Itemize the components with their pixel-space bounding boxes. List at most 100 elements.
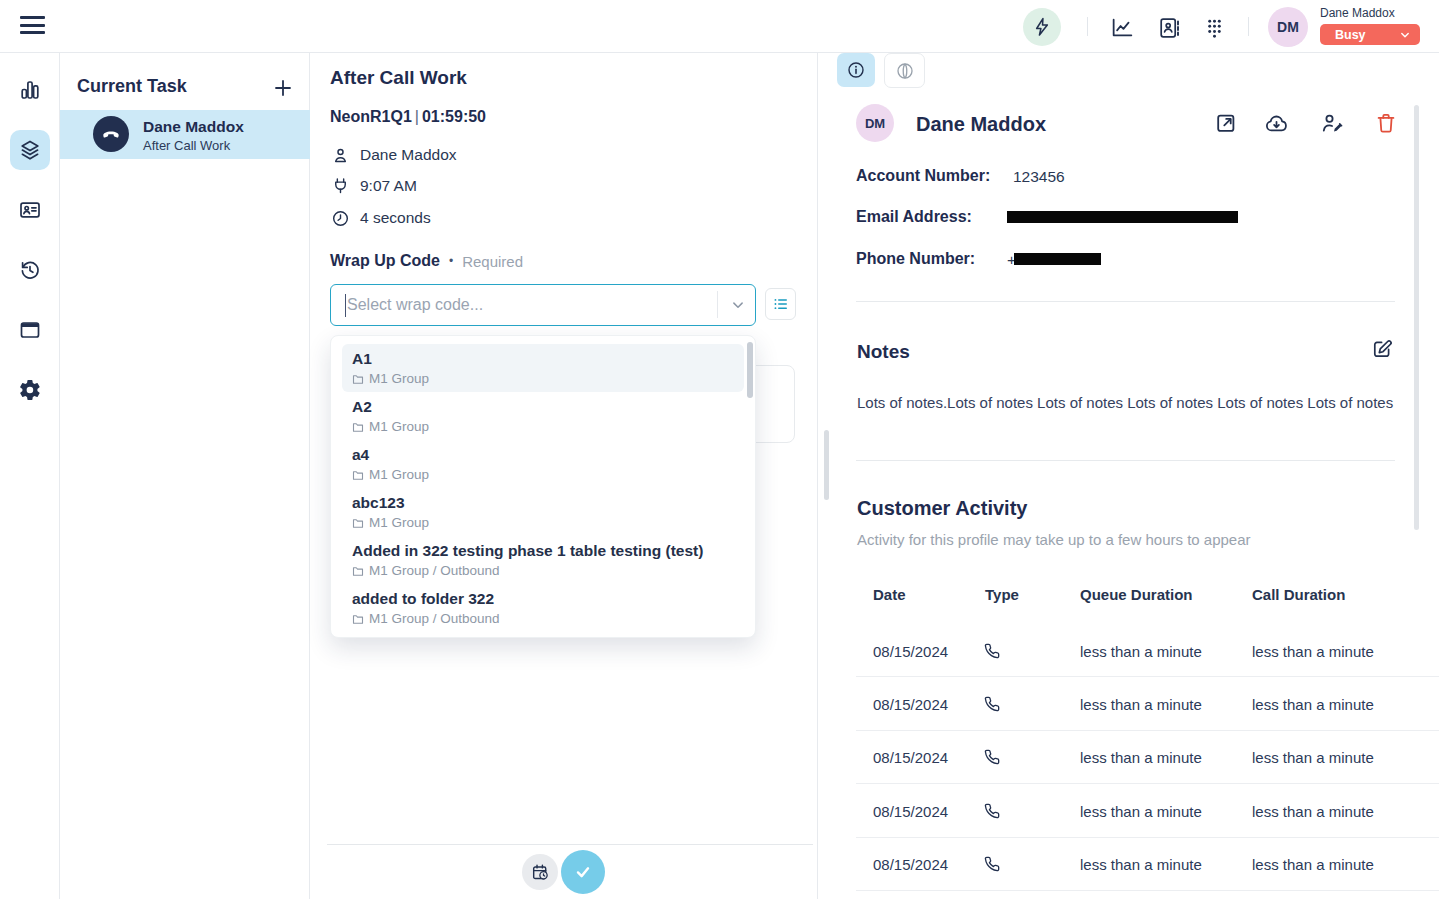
- sidebar-item-history[interactable]: [18, 258, 42, 282]
- profile-name: Dane Maddox: [916, 111, 1046, 137]
- activity-row[interactable]: 08/15/2024 less than a minute less than …: [818, 838, 1439, 891]
- dialpad-button[interactable]: [1202, 15, 1227, 40]
- wrap-code-option[interactable]: abc123 M1 Group: [331, 488, 755, 536]
- phone-label: Phone Number:: [856, 250, 975, 268]
- footer-divider: [327, 844, 813, 845]
- section-divider: [856, 301, 1395, 302]
- meta-duration: 4 seconds: [331, 208, 431, 228]
- split-circle-icon: [895, 61, 915, 81]
- contact-card-icon: [18, 198, 42, 222]
- sidebar-item-reporting[interactable]: [18, 78, 42, 102]
- phone-call-icon: [984, 643, 1000, 659]
- account-number-label: Account Number:: [856, 167, 990, 185]
- current-task-title: Current Task: [77, 76, 187, 97]
- edit-person-icon: [1320, 111, 1344, 135]
- schedule-callback-button[interactable]: [522, 854, 558, 890]
- activity-row[interactable]: 08/15/2024 less than a minute less than …: [818, 731, 1439, 784]
- edit-notes-button[interactable]: [1370, 337, 1394, 361]
- select-divider: [717, 291, 718, 318]
- delete-contact-button[interactable]: [1374, 111, 1398, 135]
- wrap-up-code-label: Wrap Up Code: [330, 252, 440, 270]
- tab-info[interactable]: [837, 53, 875, 87]
- tab-split-view[interactable]: [884, 53, 925, 88]
- folder-icon: [352, 469, 364, 481]
- dialpad-icon: [1203, 16, 1226, 39]
- email-redacted-value: [1007, 211, 1238, 223]
- required-label: Required: [462, 253, 523, 270]
- phone-redacted-value: [1014, 253, 1101, 265]
- contacts-button[interactable]: [1156, 15, 1181, 40]
- plug-icon: [331, 177, 350, 196]
- middle-scrollbar[interactable]: [824, 430, 829, 500]
- task-detail-panel: After Call Work NeonR1Q1|01:59:50 Dane M…: [310, 53, 818, 899]
- phone-call-icon: [984, 749, 1000, 765]
- profile-scrollbar[interactable]: [1414, 105, 1419, 530]
- user-avatar[interactable]: DM: [1268, 7, 1308, 47]
- wrap-code-option[interactable]: Added in 322 testing phase 1 table testi…: [331, 536, 755, 584]
- meta-contact: Dane Maddox: [331, 145, 457, 165]
- section-divider: [856, 460, 1395, 461]
- analytics-button[interactable]: [1110, 15, 1135, 40]
- open-profile-button[interactable]: [1214, 111, 1238, 135]
- text-caret: [345, 294, 346, 317]
- activity-row[interactable]: 08/15/2024 less than a minute less than …: [818, 784, 1439, 837]
- activity-row[interactable]: 08/15/2024 less than a minute less than …: [818, 624, 1439, 677]
- complete-task-button[interactable]: [561, 850, 605, 894]
- wrap-code-list-button[interactable]: [765, 288, 796, 320]
- notes-title: Notes: [857, 341, 910, 363]
- wrap-code-placeholder: Select wrap code...: [347, 285, 483, 325]
- current-task-panel: Current Task Dane Maddox After Call Work: [60, 53, 310, 899]
- topbar-divider: [1087, 17, 1088, 36]
- layers-icon: [18, 138, 42, 162]
- task-avatar: [93, 116, 129, 152]
- gear-icon: [18, 378, 42, 402]
- wrap-code-option[interactable]: A2 M1 Group: [331, 392, 755, 440]
- wrap-code-option[interactable]: A1 M1 Group: [342, 344, 744, 392]
- contacts-book-icon: [1157, 16, 1181, 40]
- folder-icon: [352, 565, 364, 577]
- sidebar-item-contacts[interactable]: [18, 198, 42, 222]
- status-label: Busy: [1335, 28, 1366, 42]
- status-dropdown[interactable]: Busy: [1320, 24, 1420, 45]
- check-icon: [572, 861, 594, 883]
- profile-avatar: DM: [856, 104, 894, 142]
- task-list-item[interactable]: Dane Maddox After Call Work: [60, 110, 310, 159]
- info-icon: [846, 60, 866, 80]
- phone-call-icon: [984, 856, 1000, 872]
- meta-start-time: 9:07 AM: [331, 176, 417, 196]
- wrap-code-select[interactable]: Select wrap code...: [330, 284, 756, 326]
- download-cloud-icon: [1264, 111, 1289, 136]
- menu-icon[interactable]: [20, 13, 45, 37]
- email-label: Email Address:: [856, 208, 972, 226]
- download-profile-button[interactable]: [1264, 111, 1288, 135]
- sidebar-item-browser[interactable]: [18, 318, 42, 342]
- phone-handset-icon: [100, 123, 122, 145]
- notes-text: Lots of notes.Lots of notes Lots of note…: [857, 394, 1393, 411]
- wrap-code-option[interactable]: added to folder 322 M1 Group / Outbound: [331, 584, 755, 632]
- folder-icon: [352, 517, 364, 529]
- phone-call-icon: [984, 696, 1000, 712]
- list-icon: [772, 295, 790, 313]
- activity-table-header: Date Type Queue Duration Call Duration: [818, 586, 1401, 606]
- contact-profile-panel: DM Dane Maddox Account Number: 123456 Em…: [818, 53, 1439, 899]
- user-name: Dane Maddox: [1320, 6, 1420, 20]
- dropdown-scrollbar[interactable]: [747, 342, 753, 398]
- chevron-down-icon[interactable]: [729, 296, 747, 314]
- customer-activity-title: Customer Activity: [857, 497, 1027, 520]
- trash-icon: [1374, 111, 1398, 135]
- edit-contact-button[interactable]: [1320, 111, 1344, 135]
- power-dialer-button[interactable]: [1023, 8, 1061, 46]
- bar-chart-icon: [18, 78, 42, 102]
- task-detail-title: After Call Work: [330, 67, 467, 89]
- wrap-code-option[interactable]: a4 M1 Group: [331, 440, 755, 488]
- account-number-value: 123456: [1013, 168, 1065, 186]
- app-root: DM Dane Maddox Busy Cu: [0, 0, 1439, 899]
- add-task-button[interactable]: [271, 76, 295, 100]
- activity-row[interactable]: 08/15/2024 less than a minute less than …: [818, 677, 1439, 730]
- sidebar-item-settings[interactable]: [18, 378, 42, 402]
- queue-name: NeonR1Q1: [330, 108, 412, 125]
- sidebar-item-tasks[interactable]: [18, 138, 42, 162]
- activity-table-body: 08/15/2024 less than a minute less than …: [818, 624, 1439, 891]
- bullet: •: [449, 254, 453, 268]
- topbar: DM Dane Maddox Busy: [0, 0, 1439, 53]
